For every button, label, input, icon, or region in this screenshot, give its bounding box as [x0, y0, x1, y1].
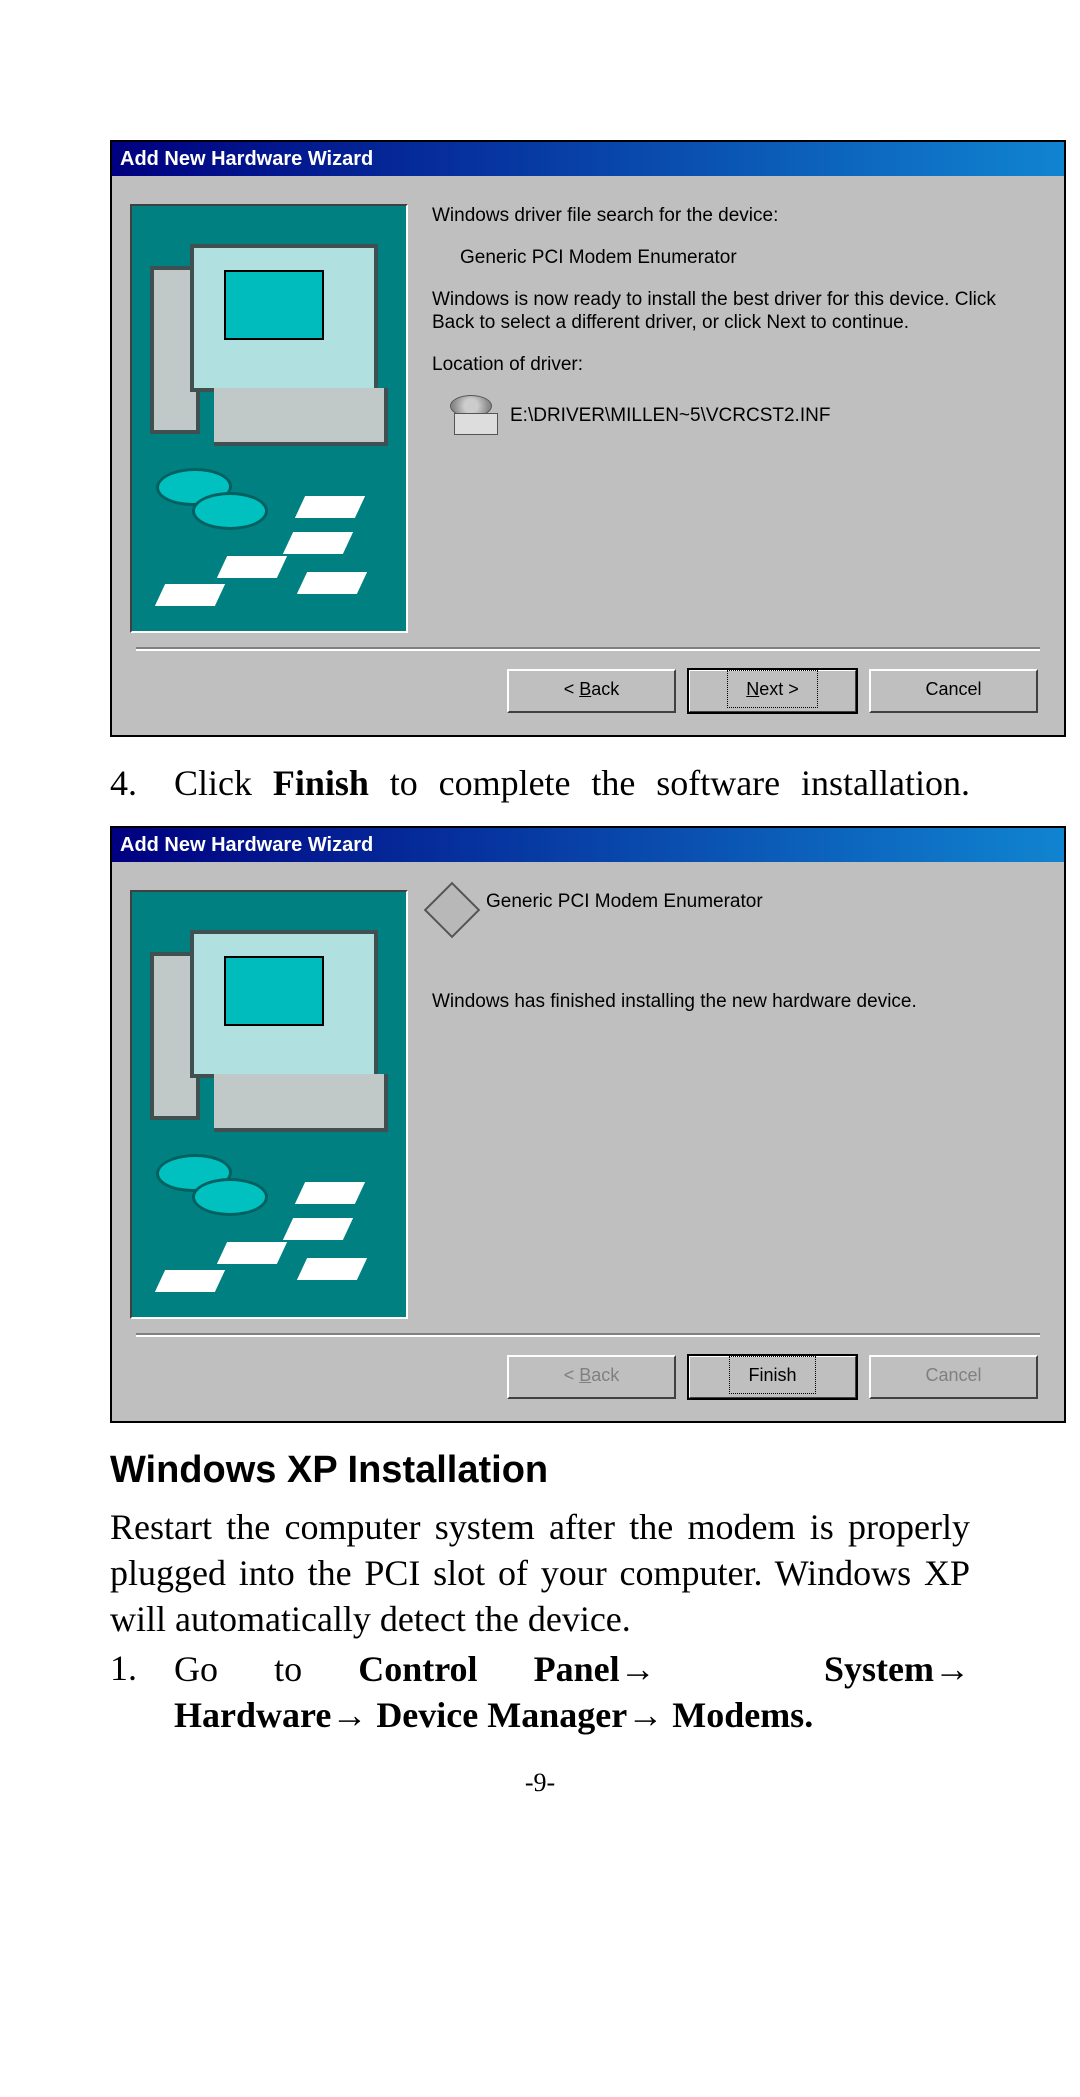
add-hardware-wizard-dialog-2: Add New Hardware Wizard Generic PCI Mode… — [110, 826, 1066, 1423]
ready-text: Windows is now ready to install the best… — [432, 288, 1040, 336]
device-name: Generic PCI Modem Enumerator — [486, 890, 763, 914]
back-button[interactable]: < Back — [507, 669, 676, 713]
cancel-button: Cancel — [869, 1355, 1038, 1399]
xp-intro-paragraph: Restart the computer system after the mo… — [110, 1504, 970, 1642]
wizard-illustration — [130, 204, 408, 633]
wizard-illustration — [130, 890, 408, 1319]
xp-step-1: 1. Go to Control Panel→ System→ Hardware… — [110, 1646, 970, 1738]
step-4-text: 4. Click Finish to complete the software… — [110, 761, 970, 806]
dialog-title: Add New Hardware Wizard — [112, 142, 1064, 176]
device-name: Generic PCI Modem Enumerator — [432, 246, 1040, 270]
back-button: < Back — [507, 1355, 676, 1399]
driver-file-icon — [450, 395, 498, 437]
next-button[interactable]: Next > — [688, 669, 857, 713]
windows-xp-installation-heading: Windows XP Installation — [110, 1449, 970, 1492]
hardware-chip-icon — [424, 882, 481, 939]
finish-button[interactable]: Finish — [688, 1355, 857, 1399]
location-label: Location of driver: — [432, 353, 1040, 377]
dialog-title: Add New Hardware Wizard — [112, 828, 1064, 862]
driver-path: E:\DRIVER\MILLEN~5\VCRCST2.INF — [510, 404, 830, 428]
add-hardware-wizard-dialog-1: Add New Hardware Wizard Windows driver f… — [110, 140, 1066, 737]
finished-text: Windows has finished installing the new … — [432, 990, 1040, 1014]
page-number: -9- — [110, 1768, 970, 1798]
search-heading: Windows driver file search for the devic… — [432, 204, 1040, 228]
cancel-button[interactable]: Cancel — [869, 669, 1038, 713]
